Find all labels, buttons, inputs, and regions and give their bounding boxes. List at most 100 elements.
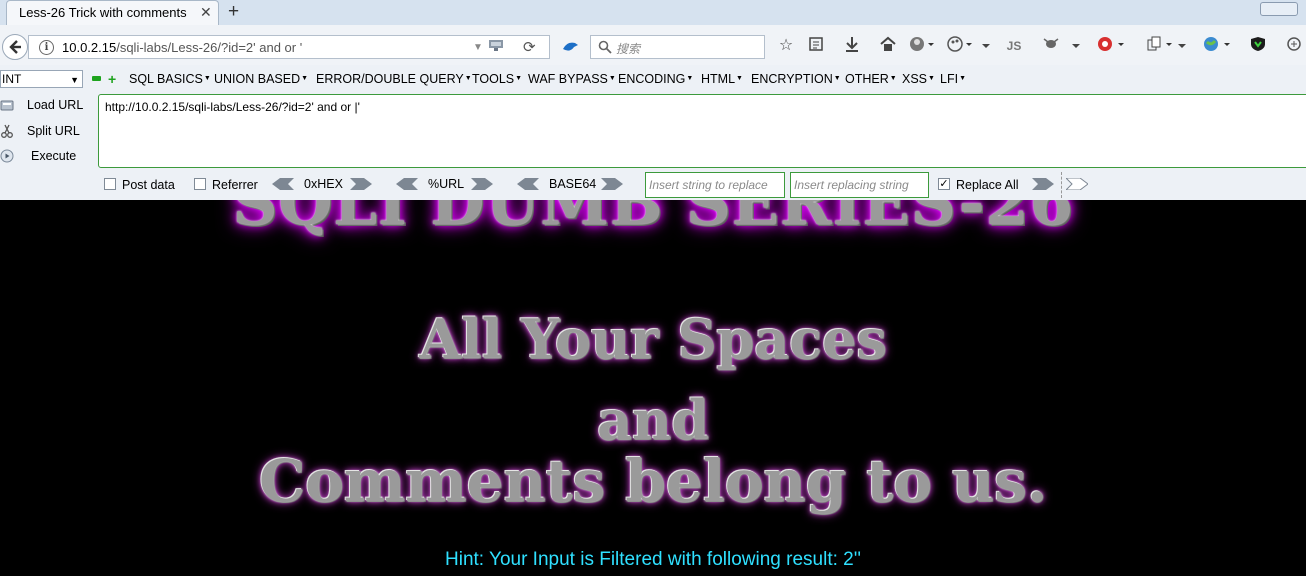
zoom-out-icon[interactable] [92, 76, 101, 81]
menu-encryption[interactable]: ENCRYPTION▼ [751, 72, 841, 86]
insert-replacing-placeholder: Insert replacing string [794, 178, 909, 192]
reading-list-icon[interactable] [806, 36, 826, 56]
back-button[interactable] [2, 34, 28, 60]
hackbar-url-textarea[interactable]: http://10.0.2.15/sqli-labs/Less-26/?id=2… [98, 94, 1306, 168]
search-icon [598, 40, 612, 54]
menu-xss[interactable]: XSS▼ [902, 72, 935, 86]
menu-arrow-icon: ▼ [464, 75, 472, 82]
menu-arrow-icon: ▼ [736, 75, 743, 82]
series-title-banner: SQLI DUMB SERIES-26 [232, 200, 1074, 239]
addon-icon[interactable] [1096, 36, 1126, 56]
menu-arrow-icon: ▼ [608, 75, 616, 82]
page-icon[interactable] [1144, 36, 1174, 56]
toolbar-dropdown-icon[interactable] [982, 44, 990, 48]
hex-label: 0xHEX [304, 177, 343, 191]
menu-sql-basics[interactable]: SQL BASICS▼ [129, 72, 211, 86]
new-tab-button[interactable]: + [228, 1, 239, 23]
menu-arrow-icon: ▼ [686, 75, 694, 82]
tab-close-icon[interactable]: ✕ [200, 4, 212, 21]
search-box[interactable]: 搜索 [590, 35, 765, 59]
load-url-icon [0, 100, 14, 111]
replace-all-checkbox[interactable]: ✓ [938, 178, 950, 190]
execute-label: Execute [31, 149, 77, 163]
execute-button[interactable]: Execute [0, 147, 95, 167]
referrer-label: Referrer [212, 178, 258, 192]
toolbar-dropdown-icon[interactable] [1072, 44, 1080, 48]
menu-tools[interactable]: TOOLS▼ [472, 72, 522, 86]
address-bar[interactable]: i 10.0.2.15/sqli-labs/Less-26/?id=2' and… [28, 35, 550, 59]
banner-line-and: and [596, 388, 709, 452]
theme-icon[interactable] [946, 36, 974, 56]
menu-arrow-icon: ▼ [203, 75, 211, 82]
back-arrow-icon [9, 40, 21, 54]
menu-waf-bypass[interactable]: WAF BYPASS▼ [528, 72, 616, 86]
download-icon[interactable] [842, 36, 862, 56]
menu-encoding[interactable]: ENCODING▼ [618, 72, 693, 86]
url-decode-arrow-icon[interactable] [396, 178, 418, 190]
window-control-button[interactable] [1260, 2, 1298, 16]
base64-decode-arrow-icon[interactable] [517, 178, 539, 190]
menu-arrow-icon: ▼ [889, 75, 897, 82]
hex-decode-arrow-icon[interactable] [272, 178, 294, 190]
zoom-in-icon[interactable]: + [108, 72, 116, 86]
type-select[interactable]: INT ▼ [0, 70, 83, 88]
insert-string-placeholder: Insert string to replace [649, 178, 768, 192]
adblock-icon[interactable] [1248, 36, 1268, 56]
extension-bird-icon[interactable] [561, 39, 579, 55]
split-url-label: Split URL [27, 124, 80, 138]
reload-icon[interactable]: ⟳ [523, 38, 536, 56]
chevron-down-icon: ▼ [70, 75, 79, 85]
replace-apply-arrow-icon[interactable] [1066, 178, 1088, 190]
play-icon [0, 149, 14, 163]
tab-strip: Less-26 Trick with comments ✕ + [0, 0, 1306, 26]
referrer-checkbox[interactable] [194, 178, 206, 190]
menu-arrow-icon: ▼ [301, 75, 309, 82]
address-bar-url[interactable]: 10.0.2.15/sqli-labs/Less-26/?id=2' and o… [62, 40, 302, 55]
post-data-label: Post data [122, 178, 175, 192]
site-info-icon[interactable]: i [39, 40, 54, 55]
insert-replacing-string-input[interactable]: Insert replacing string [790, 172, 929, 198]
url-host: 10.0.2.15 [62, 40, 117, 55]
insert-string-to-replace-input[interactable]: Insert string to replace [645, 172, 785, 198]
menu-arrow-icon: ▼ [928, 75, 935, 82]
split-url-button[interactable]: Split URL [0, 122, 95, 142]
menu-html[interactable]: HTML▼ [701, 72, 743, 86]
type-select-value: INT [2, 72, 22, 86]
tab-active[interactable]: Less-26 Trick with comments ✕ [6, 0, 219, 25]
bug-icon[interactable] [1040, 36, 1062, 56]
overflow-icon[interactable] [1284, 36, 1304, 56]
base64-encode-arrow-icon[interactable] [601, 178, 623, 190]
globe-icon[interactable] [1202, 36, 1232, 56]
page-content: SQLI DUMB SERIES-26 All Your Spaces and … [0, 200, 1306, 576]
url-encode-arrow-icon[interactable] [471, 178, 493, 190]
menu-arrow-icon: ▼ [833, 75, 841, 82]
js-icon[interactable]: JS [1003, 36, 1025, 56]
base64-label: BASE64 [549, 177, 597, 191]
hex-encode-arrow-icon[interactable] [350, 178, 372, 190]
menu-other[interactable]: OTHER▼ [845, 72, 897, 86]
urlenc-label: %URL [428, 177, 465, 191]
menu-error-double-query[interactable]: ERROR/DOUBLE QUERY▼ [316, 72, 472, 86]
post-data-checkbox[interactable] [104, 178, 116, 190]
menu-lfi[interactable]: LFI▼ [940, 72, 966, 86]
load-url-button[interactable]: Load URL [0, 96, 95, 116]
banner-line-spaces: All Your Spaces [419, 307, 887, 371]
divider [1061, 172, 1063, 198]
menu-arrow-icon: ▼ [515, 75, 523, 82]
hackbar-url-value: http://10.0.2.15/sqli-labs/Less-26/?id=2… [105, 100, 360, 114]
scissors-icon [1, 124, 13, 138]
toolbar-dropdown-icon[interactable] [1178, 44, 1186, 48]
account-icon[interactable] [908, 36, 936, 56]
url-history-dropdown-icon[interactable]: ▼ [473, 42, 483, 53]
banner-line-comments: Comments belong to us. [258, 447, 1048, 515]
tab-title: Less-26 Trick with comments [19, 5, 187, 20]
url-path: /sqli-labs/Less-26/?id=2' and or ' [116, 40, 303, 55]
load-url-label: Load URL [27, 98, 84, 112]
search-placeholder: 搜索 [616, 42, 641, 56]
menu-arrow-icon: ▼ [959, 75, 966, 82]
replace-all-label: Replace All [956, 178, 1019, 192]
replace-arrow-icon[interactable] [1032, 178, 1054, 190]
bookmark-star-icon[interactable]: ☆ [776, 36, 796, 56]
home-icon[interactable] [878, 36, 898, 56]
menu-union-based[interactable]: UNION BASED▼ [214, 72, 308, 86]
